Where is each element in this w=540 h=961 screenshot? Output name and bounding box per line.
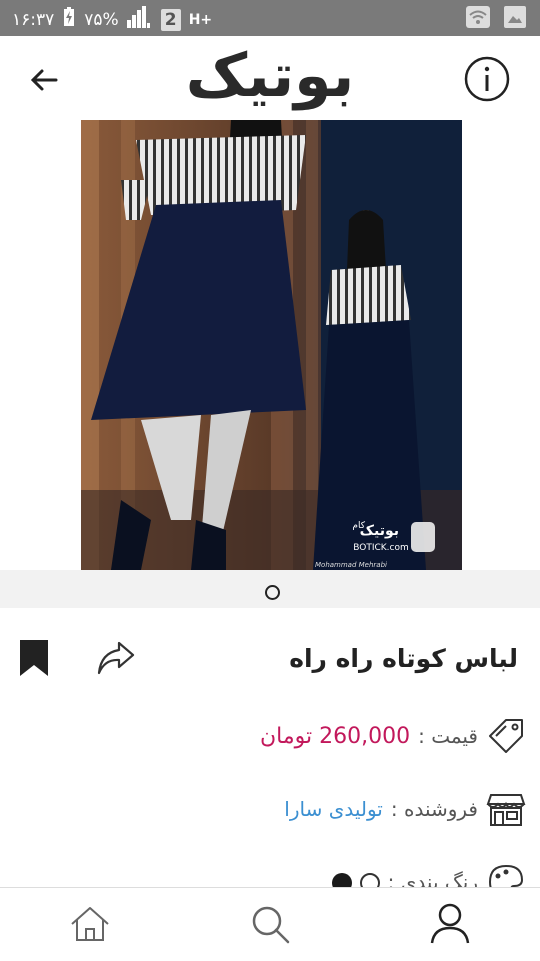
store-icon <box>486 794 526 826</box>
color-swatch-white[interactable] <box>359 873 380 888</box>
info-button[interactable] <box>464 56 510 102</box>
battery-icon <box>62 7 76 32</box>
seller-link[interactable]: تولیدی سارا <box>284 797 383 821</box>
nav-search-button[interactable] <box>248 902 292 946</box>
price-label: قیمت : <box>418 724 478 748</box>
bookmark-button[interactable] <box>18 638 50 678</box>
price-tag-icon <box>489 719 523 753</box>
price-row: قیمت : 260,000 تومان <box>260 716 526 756</box>
seller-label: فروشنده : <box>390 797 478 821</box>
signal-icon <box>126 6 153 33</box>
palette-icon <box>488 864 524 888</box>
back-button[interactable] <box>26 62 62 98</box>
home-icon <box>71 907 109 941</box>
wifi-icon <box>466 6 490 32</box>
color-label: رنگ بندی : <box>387 870 478 888</box>
share-button[interactable] <box>95 639 137 677</box>
battery-level: ۷۵% <box>84 9 119 30</box>
color-swatch-black[interactable] <box>331 873 352 888</box>
arrow-left-icon <box>30 69 58 91</box>
sim-badge: 2 <box>160 8 181 31</box>
info-icon <box>464 56 510 102</box>
gallery-notification-icon <box>504 6 526 32</box>
share-icon <box>97 641 135 675</box>
nav-profile-button[interactable] <box>428 902 472 946</box>
price-value: 260,000 تومان <box>259 723 411 749</box>
product-photo[interactable]: بوتیک کام BOTICK.com Mohammad Mehrabi <box>81 120 462 570</box>
gallery-dot[interactable] <box>265 585 280 600</box>
network-type: H+ <box>188 11 213 28</box>
color-row: رنگ بندی : <box>331 862 526 888</box>
app-logo: بوتیک <box>185 41 357 111</box>
watermark-suffix: کام <box>352 521 365 531</box>
status-time: ۱۶:۳۷ <box>12 9 55 30</box>
bookmark-icon <box>20 640 48 676</box>
product-title: لباس کوتاه راه راه <box>289 644 518 673</box>
status-bar: ۱۶:۳۷ ۷۵% 2 H+ <box>0 0 540 36</box>
watermark-brand: بوتیک <box>360 523 399 539</box>
seller-row: فروشنده : تولیدی سارا <box>284 789 526 829</box>
search-icon <box>252 906 290 944</box>
photographer-credit: Mohammad Mehrabi <box>315 561 387 569</box>
watermark-url: BOTICK.com <box>353 543 409 553</box>
nav-home-button[interactable] <box>68 902 112 946</box>
user-icon <box>430 903 470 944</box>
